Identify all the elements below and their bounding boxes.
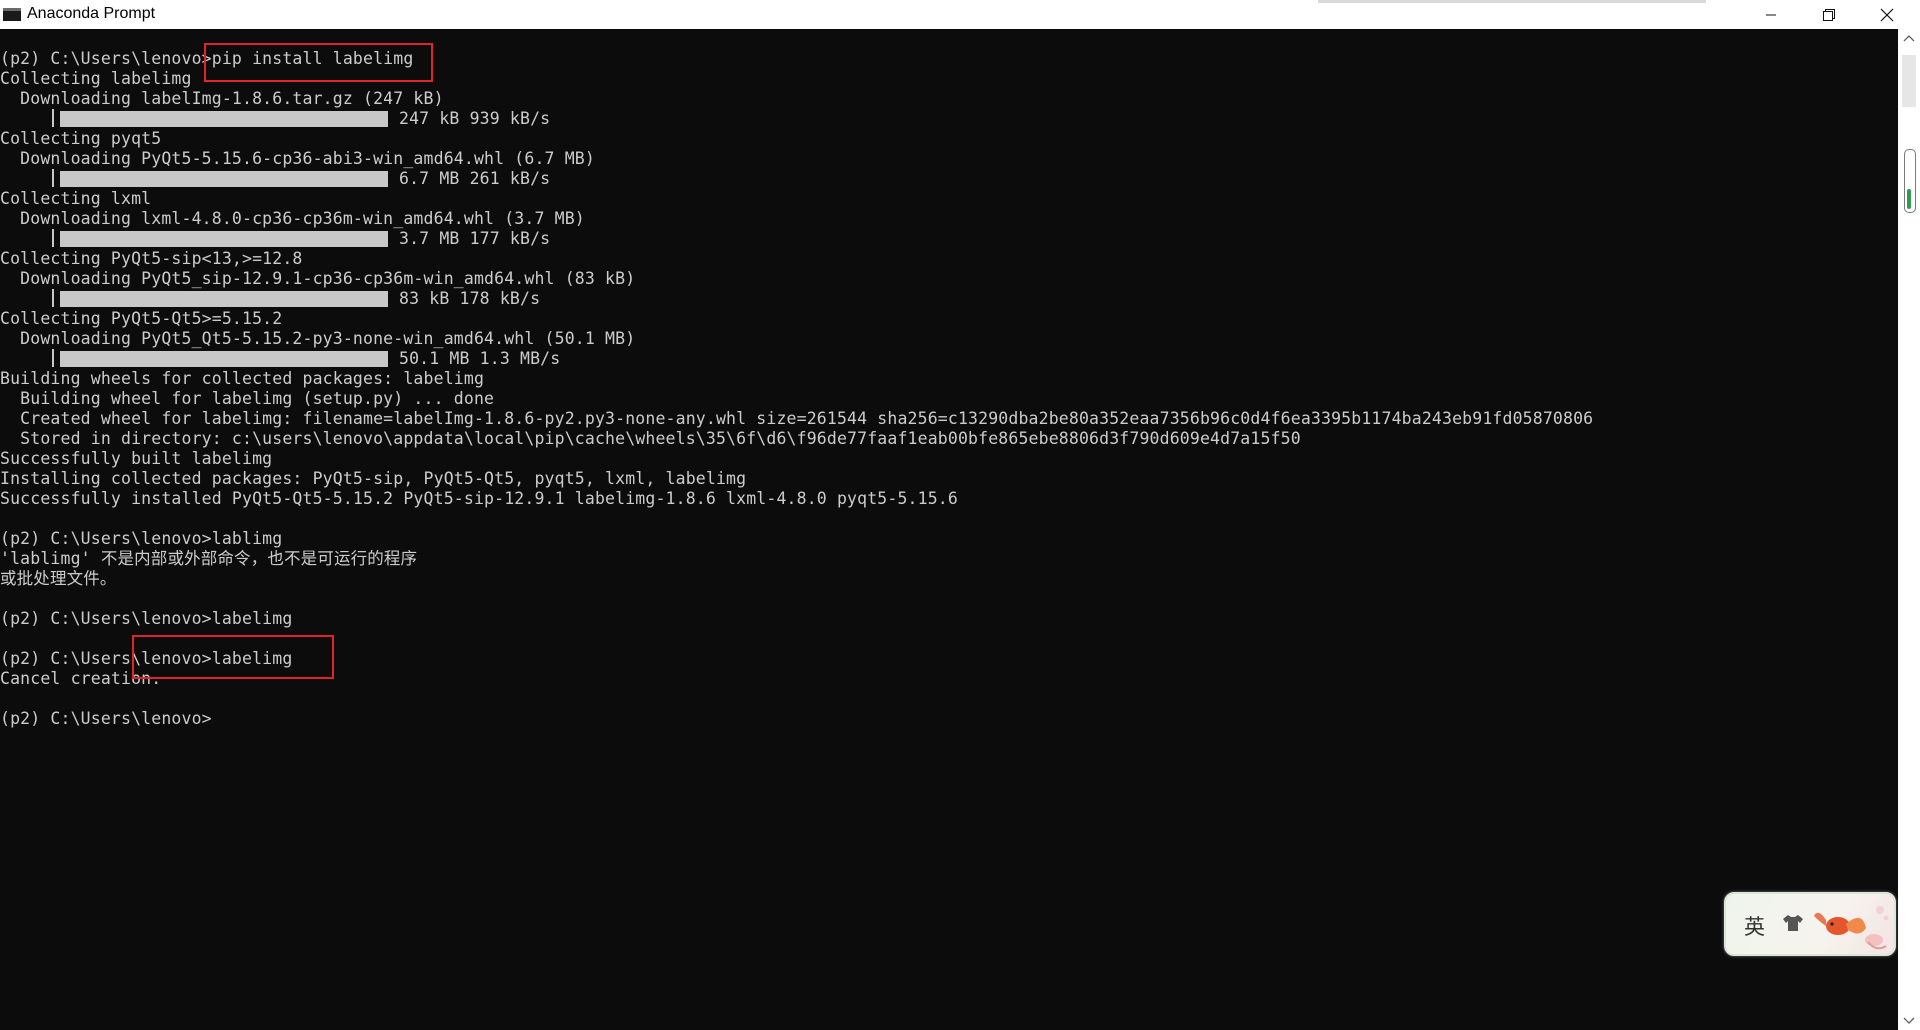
highlight-box-pip-install	[204, 43, 433, 82]
console-line: 或批处理文件。	[0, 569, 117, 588]
progress-bar-start	[52, 349, 54, 367]
highlight-box-labelimg-command	[132, 635, 334, 679]
title-bar: Anaconda Prompt	[0, 0, 1920, 30]
console-line: Building wheels for collected packages: …	[0, 369, 485, 388]
progress-bar-label: 50.1 MB 1.3 MB/s	[399, 349, 561, 368]
progress-bar	[60, 171, 388, 187]
minimize-icon	[1766, 14, 1776, 15]
vertical-scrollbar[interactable]	[1898, 29, 1920, 1030]
progress-bar	[60, 231, 388, 247]
progress-bar	[60, 351, 388, 367]
scroll-up-icon[interactable]	[1903, 33, 1915, 43]
ime-language-toggle[interactable]: 英	[1744, 911, 1765, 941]
console-app-icon	[3, 8, 21, 21]
scroll-indicator	[1907, 189, 1911, 209]
ime-toolbar[interactable]: 英	[1724, 892, 1896, 956]
console-output[interactable]: (p2) C:\Users\lenovo>pip install labelim…	[0, 29, 1898, 1030]
progress-bar	[60, 111, 388, 127]
console-line: Collecting PyQt5-sip<13,>=12.8	[0, 249, 303, 268]
console-line: Stored in directory: c:\users\lenovo\app…	[0, 429, 1301, 448]
scroll-track[interactable]	[1902, 55, 1916, 107]
console-line: Downloading PyQt5_Qt5-5.15.2-py3-none-wi…	[0, 329, 636, 348]
scroll-down-icon[interactable]	[1903, 1016, 1915, 1026]
goldfish-icon	[1810, 898, 1892, 960]
progress-bar-label: 6.7 MB 261 kB/s	[399, 169, 551, 188]
console-line: Successfully installed PyQt5-Qt5-5.15.2 …	[0, 489, 958, 508]
restore-button[interactable]	[1800, 0, 1858, 29]
progress-bar-start	[52, 109, 54, 127]
progress-bar-start	[52, 229, 54, 247]
close-button[interactable]	[1858, 0, 1916, 29]
console-line: Created wheel for labelimg: filename=lab…	[0, 409, 1594, 428]
shirt-icon[interactable]	[1782, 914, 1804, 936]
progress-bar-start	[52, 289, 54, 307]
progress-bar	[60, 291, 388, 307]
restore-icon	[1823, 8, 1835, 21]
overlay-shadow	[1318, 0, 1706, 3]
window-title: Anaconda Prompt	[27, 5, 156, 22]
console-line: (p2) C:\Users\lenovo>lablimg	[0, 529, 283, 548]
progress-bar-label: 247 kB 939 kB/s	[399, 109, 551, 128]
console-line: (p2) C:\Users\lenovo>	[0, 709, 212, 728]
console-line: Collecting pyqt5	[0, 129, 162, 148]
console-line: Downloading labelImg-1.8.6.tar.gz (247 k…	[0, 89, 444, 108]
close-icon	[1880, 8, 1894, 21]
console-line: Successfully built labelimg	[0, 449, 273, 468]
console-line: Collecting lxml	[0, 189, 152, 208]
console-line: Downloading lxml-4.8.0-cp36-cp36m-win_am…	[0, 209, 585, 228]
console-line: Downloading PyQt5-5.15.6-cp36-abi3-win_a…	[0, 149, 595, 168]
console-line: 'lablimg' 不是内部或外部命令，也不是可运行的程序	[0, 549, 418, 568]
progress-bar-label: 83 kB 178 kB/s	[399, 289, 541, 308]
progress-bar-start	[52, 169, 54, 187]
console-line: Building wheel for labelimg (setup.py) .…	[0, 389, 495, 408]
progress-bar-label: 3.7 MB 177 kB/s	[399, 229, 551, 248]
console-line: (p2) C:\Users\lenovo>labelimg	[0, 609, 293, 628]
console-line: Installing collected packages: PyQt5-sip…	[0, 469, 747, 488]
console-line: Collecting PyQt5-Qt5>=5.15.2	[0, 309, 283, 328]
minimize-button[interactable]	[1742, 0, 1800, 29]
console-line: Collecting labelimg	[0, 69, 192, 88]
console-line: Downloading PyQt5_sip-12.9.1-cp36-cp36m-…	[0, 269, 636, 288]
